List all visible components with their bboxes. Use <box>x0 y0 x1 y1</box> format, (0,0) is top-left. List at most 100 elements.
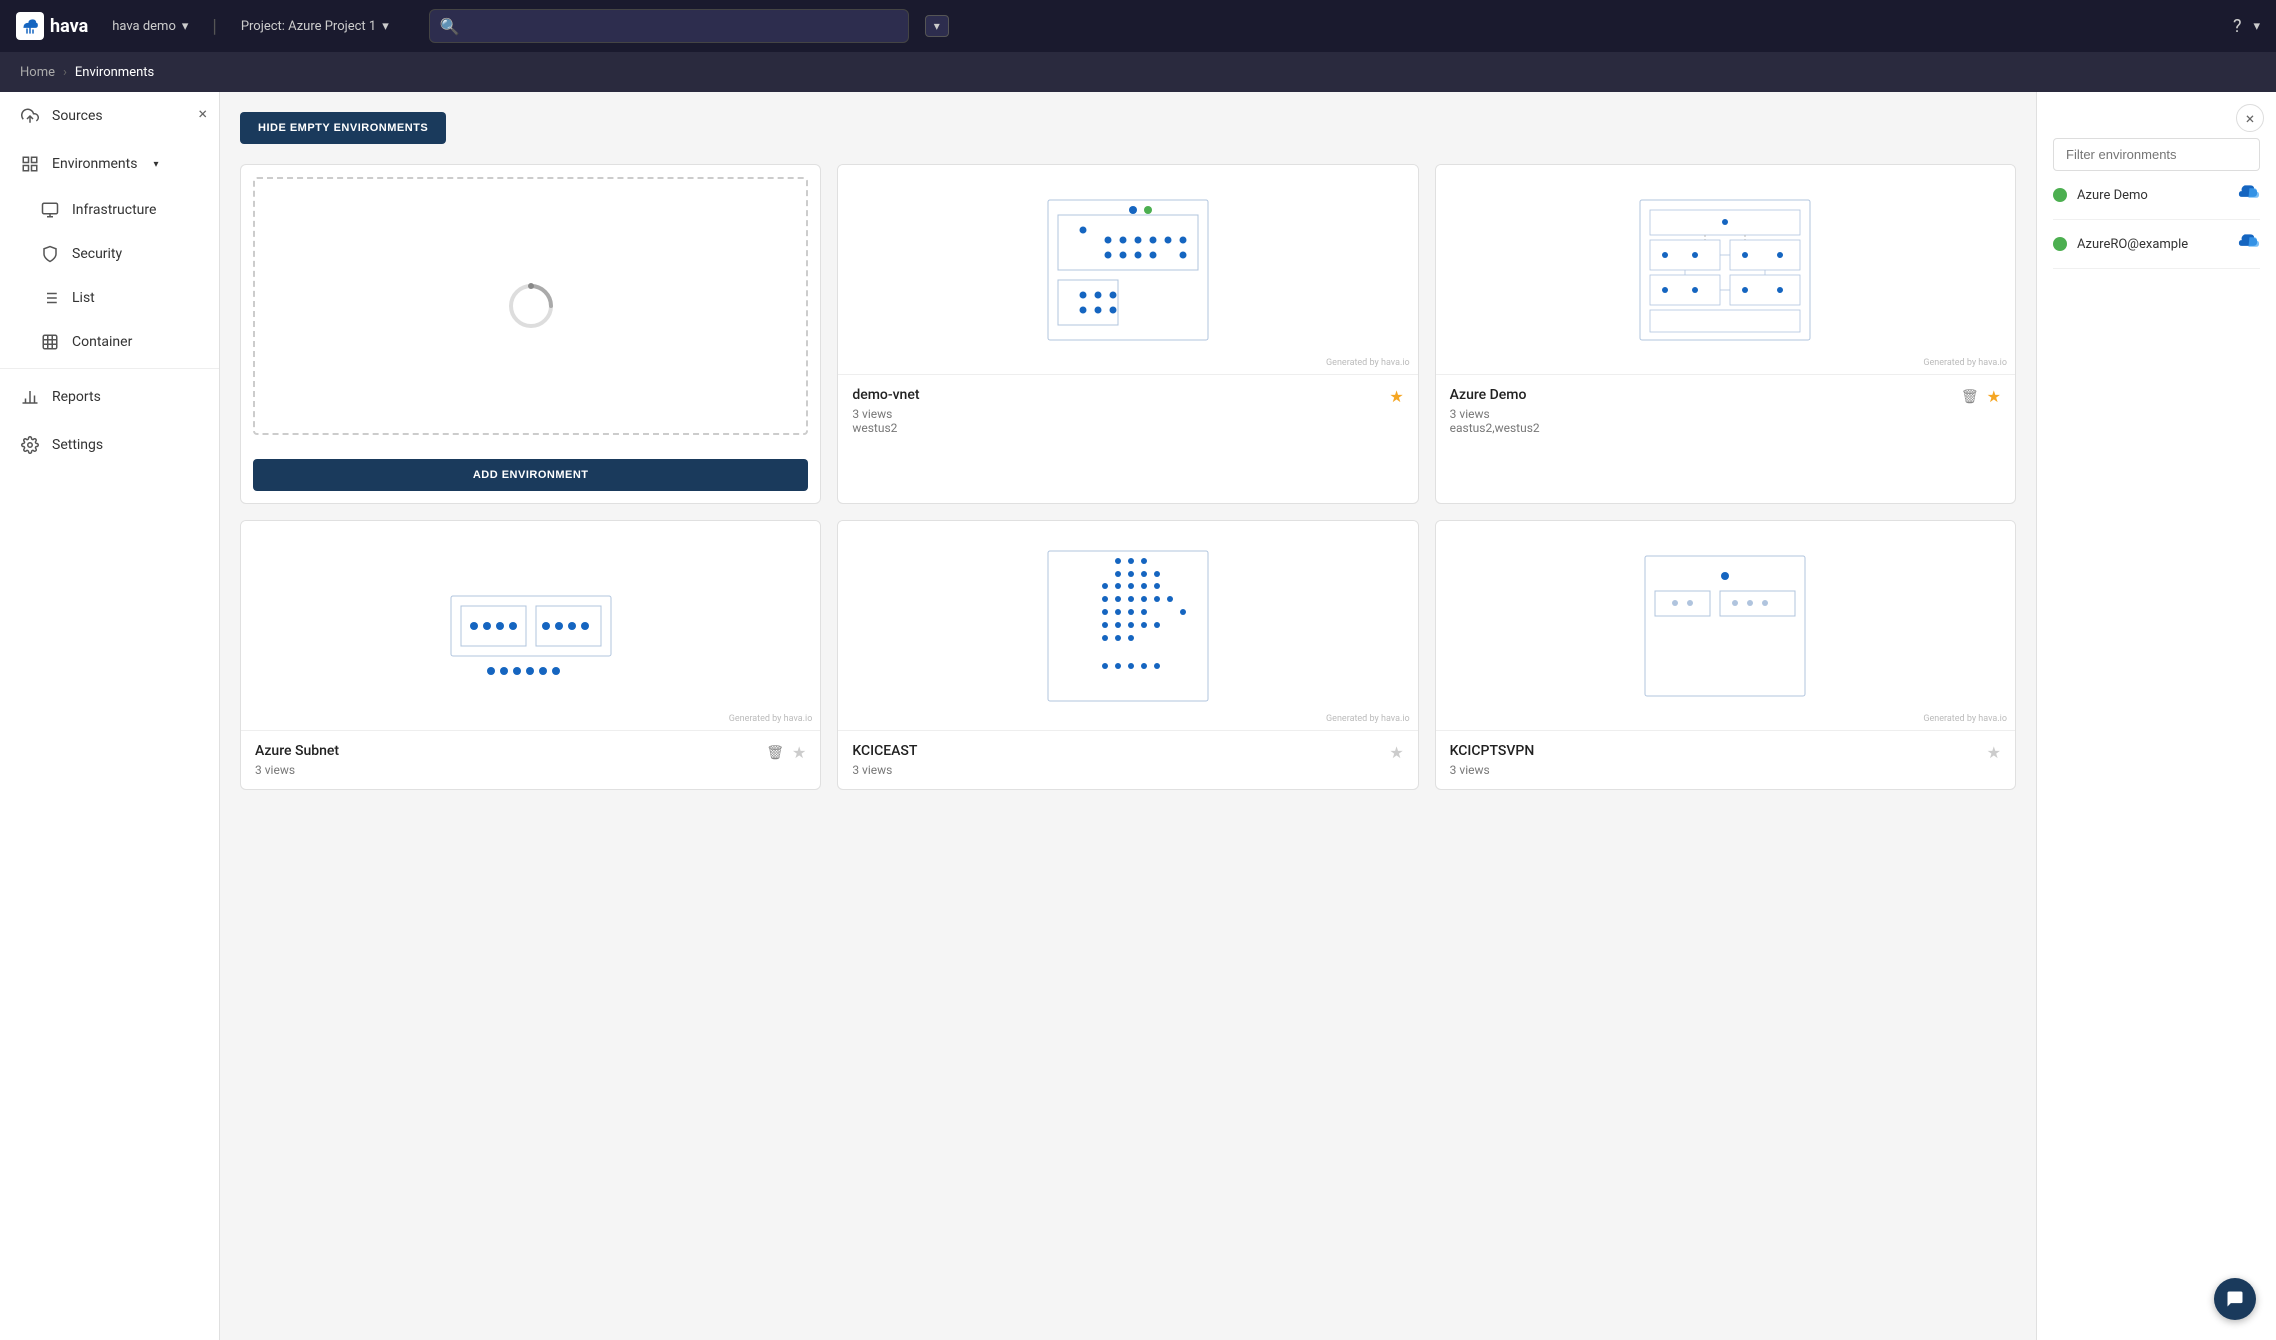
user-dropdown[interactable]: ▾ <box>2253 19 2260 34</box>
azure-demo-trash[interactable]: 🗑 <box>1961 389 1979 405</box>
hide-empty-environments-button[interactable]: HIDE EMPTY ENVIRONMENTS <box>240 112 446 144</box>
sidebar-item-settings-label: Settings <box>52 437 103 453</box>
azure-demo-generated-by: Generated by hava.io <box>1923 358 2007 368</box>
sidebar-divider <box>0 368 219 369</box>
sidebar-item-infrastructure-label: Infrastructure <box>72 202 156 218</box>
sidebar-item-settings[interactable]: Settings <box>0 421 219 469</box>
azure-demo-diagram <box>1625 180 1825 360</box>
kcicptsvpn-views: 3 views <box>1450 763 1535 777</box>
logo[interactable]: hava <box>16 12 88 40</box>
sidebar-close-button[interactable]: × <box>198 104 207 123</box>
main-layout: × Sources Environmen <box>0 92 2276 1340</box>
env-card-azure-subnet[interactable]: Generated by hava.io Azure Subnet 3 view… <box>240 520 821 790</box>
azureroexample-status-indicator <box>2053 237 2067 251</box>
loading-spinner <box>505 280 557 332</box>
logo-icon <box>16 12 44 40</box>
demo-vnet-info: demo-vnet 3 views westus2 ★ <box>838 375 1417 447</box>
sidebar-item-sources[interactable]: Sources <box>0 92 219 140</box>
demo-vnet-views: 3 views <box>852 407 919 421</box>
source-item-azure-demo[interactable]: Azure Demo <box>2053 171 2260 220</box>
project-dropdown[interactable]: Project: Azure Project 1 ▾ <box>233 15 397 38</box>
chat-icon <box>2225 1289 2245 1309</box>
filter-environments-input[interactable] <box>2053 138 2260 171</box>
search-bar[interactable]: 🔍 <box>429 9 909 43</box>
gear-icon <box>20 435 40 455</box>
kciceast-views: 3 views <box>852 763 917 777</box>
azure-subnet-views: 3 views <box>255 763 339 777</box>
add-environment-card[interactable]: ADD ENVIRONMENT <box>240 164 821 504</box>
azure-demo-cloud-icon <box>2236 183 2260 207</box>
bar-chart-icon <box>20 387 40 407</box>
kciceast-generated-by: Generated by hava.io <box>1326 714 1410 724</box>
search-icon: 🔍 <box>440 17 460 36</box>
environments-grid: ADD ENVIRONMENT <box>240 164 2016 790</box>
project-chevron: ▾ <box>382 19 389 34</box>
right-panel-close-button[interactable]: × <box>2236 104 2264 132</box>
sidebar-item-infrastructure[interactable]: Infrastructure <box>0 188 219 232</box>
env-card-azure-demo[interactable]: Generated by hava.io Azure Demo 3 views … <box>1435 164 2016 504</box>
env-card-demo-vnet[interactable]: Generated by hava.io demo-vnet 3 views w… <box>837 164 1418 504</box>
demo-vnet-region: westus2 <box>852 421 919 435</box>
sidebar-item-list-label: List <box>72 290 95 306</box>
chat-widget[interactable] <box>2214 1278 2256 1320</box>
breadcrumb-separator: › <box>63 65 67 80</box>
kciceast-diagram <box>1028 536 1228 716</box>
azureroexample-cloud-icon <box>2236 232 2260 256</box>
environments-chevron: ▾ <box>153 159 158 170</box>
search-input[interactable] <box>468 19 898 34</box>
demo-vnet-generated-by: Generated by hava.io <box>1326 358 1410 368</box>
shield-icon <box>40 244 60 264</box>
sidebar-item-environments[interactable]: Environments ▾ <box>0 140 219 188</box>
project-label: Project: Azure Project 1 <box>241 19 376 34</box>
sidebar-item-sources-label: Sources <box>52 108 103 124</box>
sidebar-item-reports[interactable]: Reports <box>0 373 219 421</box>
kcicptsvpn-generated-by: Generated by hava.io <box>1923 714 2007 724</box>
demo-vnet-name: demo-vnet <box>852 387 919 403</box>
azure-subnet-trash[interactable]: 🗑 <box>766 745 784 761</box>
azureroexample-source-name: AzureRO@example <box>2077 237 2226 252</box>
kcicptsvpn-star[interactable]: ★ <box>1987 743 2001 762</box>
azure-subnet-star[interactable]: ★ <box>792 743 806 762</box>
workspace-label: hava demo <box>112 19 176 34</box>
top-nav: hava hava demo ▾ | Project: Azure Projec… <box>0 0 2276 52</box>
azure-demo-views: 3 views <box>1450 407 1540 421</box>
demo-vnet-star[interactable]: ★ <box>1389 387 1403 406</box>
kciceast-name: KCICEAST <box>852 743 917 759</box>
nav-right: ? ▾ <box>2233 16 2260 37</box>
sidebar-item-list[interactable]: List <box>0 276 219 320</box>
azure-demo-star[interactable]: ★ <box>1987 387 2001 406</box>
help-icon[interactable]: ? <box>2233 16 2242 37</box>
close-icon: × <box>2246 109 2255 128</box>
list-icon <box>40 288 60 308</box>
nav-separator: | <box>212 16 216 37</box>
sources-list: Azure Demo AzureRO@example <box>2053 171 2260 269</box>
workspace-dropdown[interactable]: hava demo ▾ <box>104 15 196 38</box>
source-item-azureroexample[interactable]: AzureRO@example <box>2053 220 2260 269</box>
user-chevron: ▾ <box>2253 19 2260 34</box>
kcicptsvpn-info: KCICPTSVPN 3 views ★ <box>1436 731 2015 789</box>
azure-demo-region: eastus2,westus2 <box>1450 421 1540 435</box>
demo-vnet-diagram <box>1028 180 1228 360</box>
azure-subnet-name: Azure Subnet <box>255 743 339 759</box>
kciceast-star[interactable]: ★ <box>1389 743 1403 762</box>
search-filter-button[interactable]: ▾ <box>925 15 949 37</box>
workspace-chevron: ▾ <box>182 19 189 34</box>
right-panel: × Azure Demo AzureRO@example <box>2036 92 2276 1340</box>
sidebar-item-reports-label: Reports <box>52 389 101 405</box>
azure-demo-name: Azure Demo <box>1450 387 1540 403</box>
sidebar-item-container[interactable]: Container <box>0 320 219 364</box>
azure-subnet-generated-by: Generated by hava.io <box>729 714 813 724</box>
azure-demo-status-indicator <box>2053 188 2067 202</box>
env-card-kcicptsvpn[interactable]: Generated by hava.io KCICPTSVPN 3 views … <box>1435 520 2016 790</box>
add-environment-button[interactable]: ADD ENVIRONMENT <box>253 459 808 491</box>
breadcrumb-home[interactable]: Home <box>20 65 55 80</box>
kcicptsvpn-diagram <box>1625 536 1825 716</box>
breadcrumb: Home › Environments <box>0 52 2276 92</box>
main-content: HIDE EMPTY ENVIRONMENTS ADD ENVIRONMENT <box>220 92 2036 1340</box>
sidebar-item-security-label: Security <box>72 246 122 262</box>
kcicptsvpn-name: KCICPTSVPN <box>1450 743 1535 759</box>
table-icon <box>40 332 60 352</box>
env-card-kciceast[interactable]: Generated by hava.io KCICEAST 3 views ★ <box>837 520 1418 790</box>
cloud-upload-icon <box>20 106 40 126</box>
sidebar-item-security[interactable]: Security <box>0 232 219 276</box>
